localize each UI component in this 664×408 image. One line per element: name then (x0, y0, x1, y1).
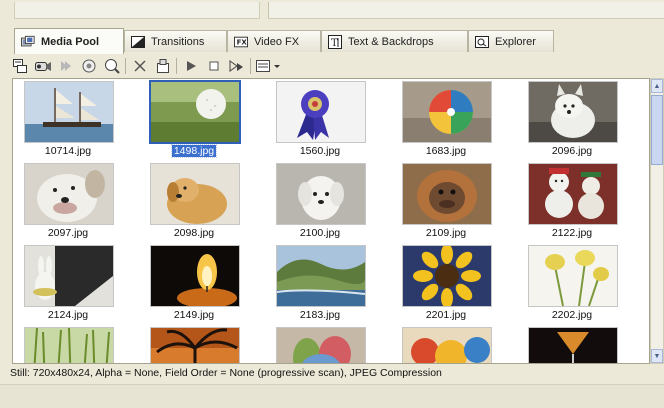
thumbnail-dog-face (24, 163, 114, 225)
media-filename: 2097.jpg (47, 227, 89, 239)
media-filename: 1560.jpg (299, 145, 341, 157)
import-media-icon[interactable] (10, 57, 29, 75)
scroll-up-icon[interactable]: ▲ (651, 79, 663, 93)
thumbnail-sunflower (402, 245, 492, 307)
tab-label: Media Pool (41, 35, 100, 48)
media-item[interactable]: 2122.jpg (525, 163, 621, 243)
media-fx-icon[interactable] (153, 57, 172, 75)
toolbar-separator (125, 58, 126, 74)
thumbnail-white-terrier (528, 81, 618, 143)
media-filename: 1683.jpg (425, 145, 467, 157)
thumbnail-orangutan (402, 163, 492, 225)
media-filename: 2109.jpg (425, 227, 467, 239)
svg-text:FX: FX (237, 38, 248, 46)
explorer-icon (475, 35, 489, 48)
media-item[interactable]: 1498.jpg (147, 80, 243, 161)
media-item[interactable]: 1560.jpg (273, 81, 369, 161)
thumbnail-yellow-tulips (528, 245, 618, 307)
media-item[interactable]: 2109.jpg (399, 163, 495, 243)
video-fx-icon: FX (234, 36, 248, 48)
toolbar-separator (250, 58, 251, 74)
media-item[interactable] (147, 327, 243, 363)
thumbnail-candle-flame (150, 245, 240, 307)
media-item[interactable]: 2098.jpg (147, 163, 243, 243)
thumbnail-cocktail-glass (528, 327, 618, 363)
media-properties-icon[interactable] (102, 57, 121, 75)
media-item[interactable]: 2202.jpg (525, 245, 621, 325)
media-filename: 1498.jpg (170, 144, 218, 158)
bottom-band (0, 384, 664, 408)
media-filename: 2124.jpg (47, 309, 89, 321)
capture-video-icon[interactable] (33, 57, 52, 75)
remove-icon[interactable] (130, 57, 149, 75)
media-item[interactable]: 2096.jpg (525, 81, 621, 161)
tab-media-pool[interactable]: Media Pool (14, 28, 124, 54)
top-panel-strip (0, 0, 664, 24)
toolbar-separator (176, 58, 177, 74)
upper-pane-right (268, 2, 664, 19)
media-item[interactable]: 2201.jpg (399, 245, 495, 325)
thumbnail-bunny-shadow (24, 245, 114, 307)
media-item[interactable]: 1683.jpg (399, 81, 495, 161)
thumbnail-colorful-plant (276, 327, 366, 363)
media-filename: 2098.jpg (173, 227, 215, 239)
tab-video-fx[interactable]: FX Video FX (227, 30, 321, 52)
tab-label: Text & Backdrops (348, 35, 434, 48)
get-media-icon[interactable] (56, 57, 75, 75)
media-item[interactable]: 2097.jpg (21, 163, 117, 243)
thumbnail-grass (24, 327, 114, 363)
media-item[interactable]: 2149.jpg (147, 245, 243, 325)
stop-icon[interactable] (204, 57, 223, 75)
media-filename: 10714.jpg (44, 145, 92, 157)
tab-text-backdrops[interactable]: T Text & Backdrops (321, 30, 468, 52)
media-item[interactable] (21, 327, 117, 363)
media-item[interactable]: 10714.jpg (21, 81, 117, 161)
media-item[interactable]: 2100.jpg (273, 163, 369, 243)
thumbnail-balloons (402, 327, 492, 363)
tab-explorer[interactable]: Explorer (468, 30, 554, 52)
thumbnail-snowman-toys (528, 163, 618, 225)
scroll-down-icon[interactable]: ▼ (651, 349, 663, 363)
thumbnail-golf-ball (149, 80, 241, 144)
thumbnail-golden-retriever (150, 163, 240, 225)
tab-transitions[interactable]: Transitions (124, 30, 227, 52)
thumbnail-award-ribbon (276, 81, 366, 143)
text-backdrops-icon: T (328, 34, 342, 49)
auto-preview-icon[interactable] (227, 57, 246, 75)
media-item[interactable]: 2183.jpg (273, 245, 369, 325)
tab-label: Explorer (495, 35, 536, 48)
media-filename: 2202.jpg (551, 309, 593, 321)
search-icon[interactable] (79, 57, 98, 75)
media-pool-grid[interactable]: 10714.jpg 1498.jpg 1560.jpg 1683.jpg 209… (12, 78, 650, 364)
media-item[interactable]: 2124.jpg (21, 245, 117, 325)
thumbnail-beach-ball (402, 81, 492, 143)
media-pool-toolbar (10, 55, 664, 77)
tab-label: Video FX (254, 35, 300, 48)
views-icon[interactable] (255, 57, 283, 75)
media-item[interactable] (273, 327, 369, 363)
media-item[interactable] (525, 327, 621, 363)
svg-text:T: T (331, 38, 338, 49)
thumbnail-coastal-hills (276, 245, 366, 307)
transitions-icon (131, 35, 145, 48)
thumbnail-white-puppy (276, 163, 366, 225)
media-filename: 2149.jpg (173, 309, 215, 321)
media-info-status: Still: 720x480x24, Alpha = None, Field O… (10, 367, 442, 379)
tab-label: Transitions (151, 35, 205, 48)
upper-pane-left (14, 2, 260, 19)
media-filename: 2100.jpg (299, 227, 341, 239)
window-tabs: Media Pool Transitions FX Video FX T Tex… (14, 28, 664, 54)
vertical-scrollbar[interactable]: ▲ ▼ (650, 78, 664, 364)
media-pool-icon (21, 35, 35, 48)
thumbnail-sailing-ship (24, 81, 114, 143)
media-filename: 2183.jpg (299, 309, 341, 321)
media-filename: 2122.jpg (551, 227, 593, 239)
media-item[interactable] (399, 327, 495, 363)
play-icon[interactable] (181, 57, 200, 75)
scrollbar-thumb[interactable] (651, 95, 663, 165)
media-filename: 2201.jpg (425, 309, 467, 321)
thumbnail-palm-sunset (150, 327, 240, 363)
media-filename: 2096.jpg (551, 145, 593, 157)
